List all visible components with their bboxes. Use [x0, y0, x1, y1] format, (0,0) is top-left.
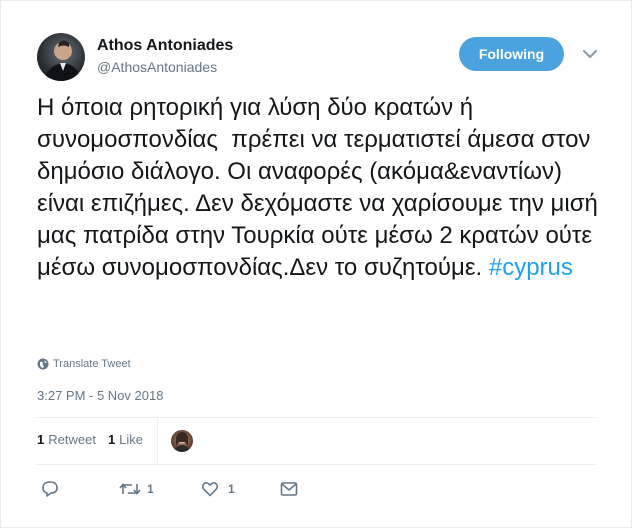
retweets-count: 1	[37, 432, 45, 447]
likes-label: Like	[119, 432, 144, 447]
direct-message-button[interactable]	[280, 481, 298, 497]
tweet-body: Η όποια ρητορική για λύση δύο κρατών ή σ…	[37, 94, 605, 281]
retweet-icon	[119, 483, 141, 495]
message-icon	[280, 482, 298, 496]
tweet-text: Η όποια ρητορική για λύση δύο κρατών ή σ…	[37, 92, 612, 284]
translate-tweet-link[interactable]: Translate Tweet	[37, 358, 131, 370]
divider-bottom	[37, 464, 595, 465]
liker-avatar[interactable]	[170, 429, 194, 453]
retweet-button[interactable]: 1	[119, 480, 154, 498]
hashtag-link[interactable]: #cyprus	[489, 254, 573, 281]
retweets-stat[interactable]: 1 Retweet	[37, 432, 96, 447]
following-button[interactable]: Following	[459, 37, 564, 71]
retweet-action-count: 1	[147, 482, 154, 496]
stats-separator	[157, 418, 158, 464]
reply-icon	[42, 481, 58, 497]
chevron-down-icon	[583, 49, 597, 58]
translate-label: Translate Tweet	[53, 358, 131, 370]
tweet-menu-caret[interactable]	[580, 46, 600, 62]
liker-photo	[174, 432, 190, 452]
globe-icon	[37, 358, 49, 370]
retweets-label: Retweet	[48, 432, 96, 447]
author-avatar[interactable]	[37, 33, 85, 81]
like-button[interactable]: 1	[201, 480, 235, 498]
likes-count: 1	[107, 432, 116, 447]
tweet-timestamp[interactable]: 3:27 PM - 5 Nov 2018	[37, 388, 163, 403]
tweet-stats: 1 Retweet 1 Like	[37, 432, 155, 447]
author-handle[interactable]: @AthosAntoniades	[97, 59, 217, 75]
like-action-count: 1	[228, 482, 235, 496]
avatar-photo	[45, 40, 81, 81]
divider-top	[37, 417, 595, 418]
likes-stat[interactable]: 1 Like	[108, 432, 143, 447]
reply-button[interactable]	[41, 480, 59, 498]
heart-icon	[201, 482, 219, 497]
author-display-name[interactable]: Athos Antoniades	[97, 37, 233, 55]
